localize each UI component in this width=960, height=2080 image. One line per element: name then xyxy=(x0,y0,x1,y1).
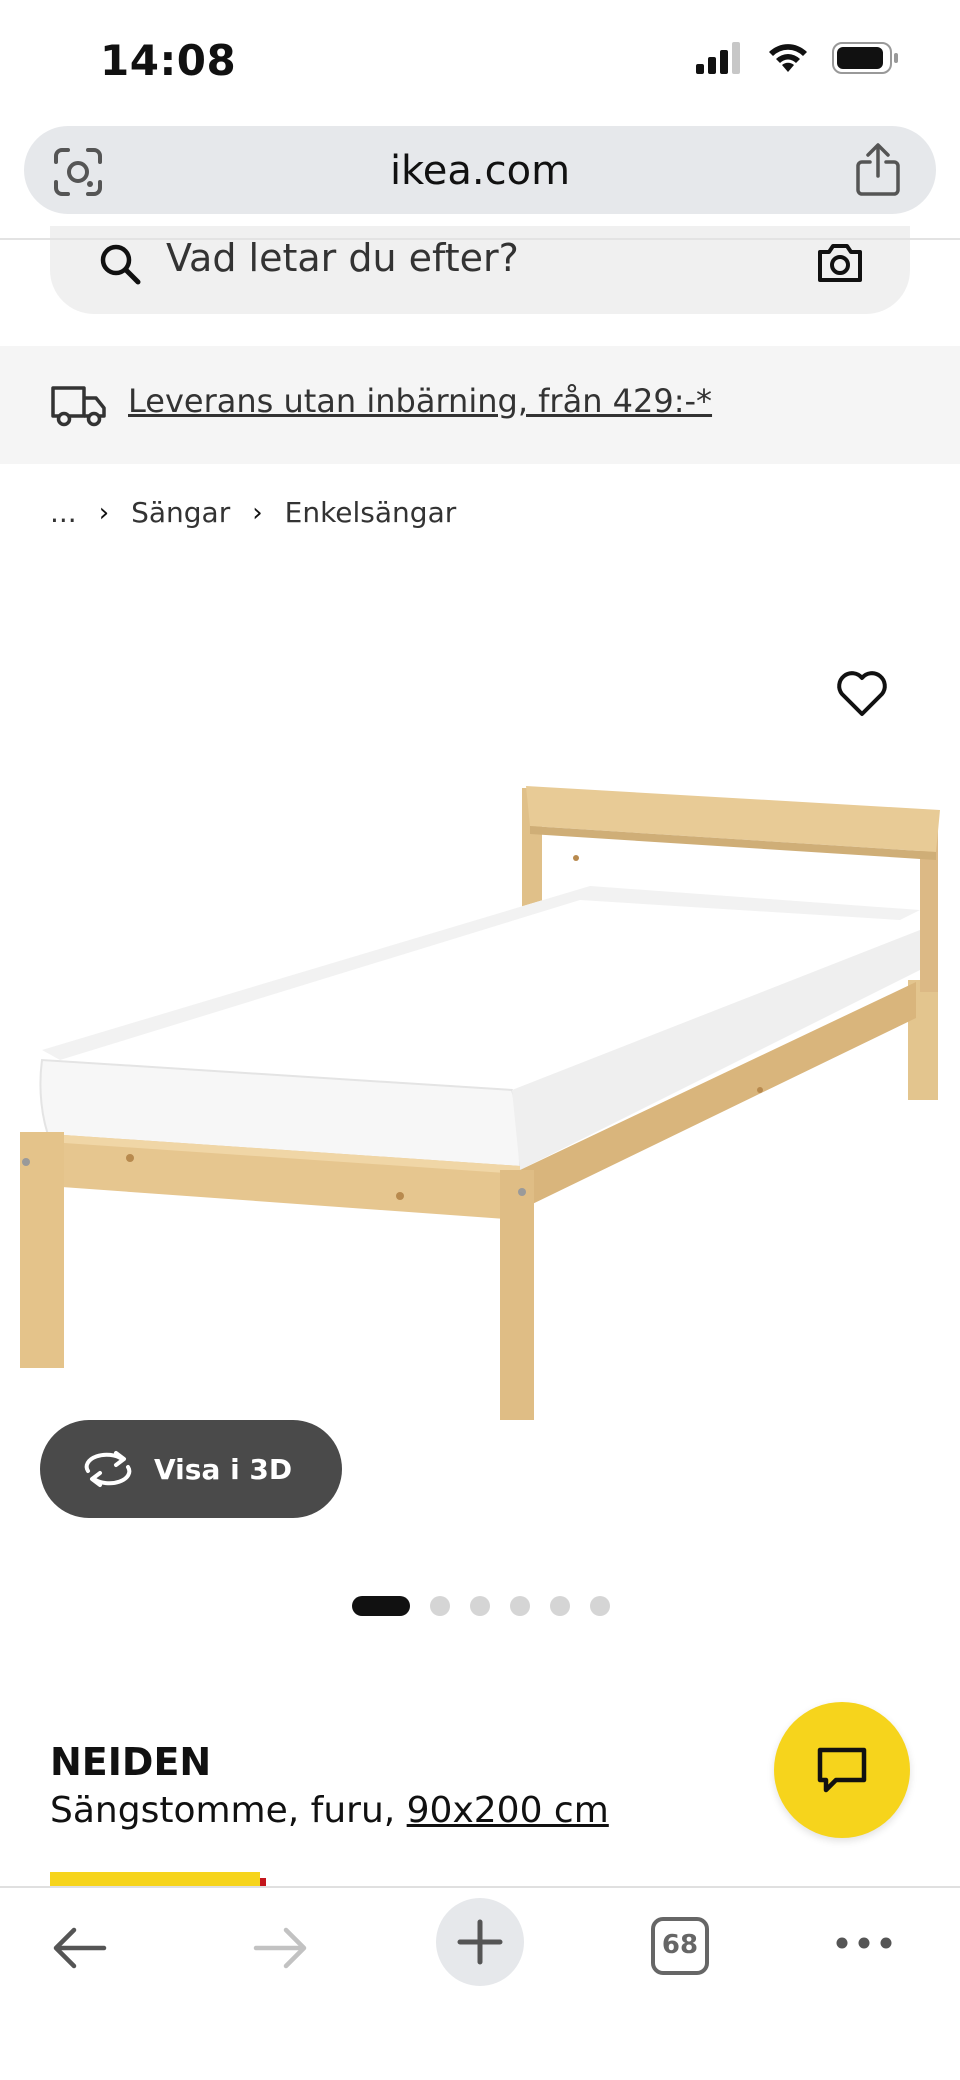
url-text[interactable]: ikea.com xyxy=(24,148,936,194)
browser-divider xyxy=(0,238,960,240)
breadcrumb: ... › Sängar › Enkelsängar xyxy=(50,496,456,529)
price-tag-strip xyxy=(50,1872,260,1886)
forward-arrow-icon[interactable] xyxy=(248,1916,312,1980)
chat-icon xyxy=(817,1747,867,1793)
status-icons xyxy=(696,42,900,74)
wifi-icon xyxy=(769,44,807,72)
product-description-text: Sängstomme, furu, xyxy=(50,1790,407,1831)
camera-icon[interactable] xyxy=(814,236,866,288)
delivery-link[interactable]: Leverans utan inbärning, från 429:-* xyxy=(128,382,712,420)
delivery-banner[interactable]: Leverans utan inbärning, från 429:-* xyxy=(0,346,960,464)
carousel-dot-2[interactable] xyxy=(430,1596,450,1616)
carousel-dot-1[interactable] xyxy=(352,1596,410,1616)
search-icon xyxy=(94,238,146,290)
rotate-3d-icon xyxy=(84,1451,132,1487)
breadcrumb-ellipsis[interactable]: ... xyxy=(50,496,77,529)
breadcrumb-item-beds[interactable]: Sängar xyxy=(131,496,230,529)
address-bar[interactable]: ikea.com xyxy=(24,126,936,214)
product-image[interactable] xyxy=(0,760,960,1446)
price-tag-accent xyxy=(260,1878,266,1886)
carousel-dot-5[interactable] xyxy=(550,1596,570,1616)
carousel-dot-3[interactable] xyxy=(470,1596,490,1616)
chevron-right-icon: › xyxy=(98,497,110,528)
search-input[interactable]: Vad letar du efter? xyxy=(166,236,519,280)
plus-icon xyxy=(457,1919,503,1965)
carousel-dot-6[interactable] xyxy=(590,1596,610,1616)
tab-count: 68 xyxy=(661,1930,699,1960)
more-icon[interactable] xyxy=(832,1928,896,1958)
view-in-3d-label: Visa i 3D xyxy=(154,1452,293,1486)
chevron-right-icon: › xyxy=(252,497,263,528)
wishlist-heart-icon[interactable] xyxy=(832,664,892,724)
view-in-3d-button[interactable]: Visa i 3D xyxy=(40,1420,342,1518)
chat-button[interactable] xyxy=(774,1702,910,1838)
status-time: 14:08 xyxy=(100,36,237,85)
status-bar: 14:08 xyxy=(0,0,960,120)
product-description: Sängstomme, furu, 90x200 cm xyxy=(50,1790,609,1831)
breadcrumb-item-single-beds[interactable]: Enkelsängar xyxy=(285,496,457,529)
battery-icon xyxy=(832,42,898,74)
browser-toolbar: 68 xyxy=(0,1886,960,2080)
cellular-signal-icon xyxy=(696,42,740,74)
truck-icon xyxy=(50,382,108,428)
tabs-button[interactable]: 68 xyxy=(650,1916,710,1976)
product-name: NEIDEN xyxy=(50,1740,212,1784)
carousel-dot-4[interactable] xyxy=(510,1596,530,1616)
product-size-link[interactable]: 90x200 cm xyxy=(407,1790,609,1831)
share-icon[interactable] xyxy=(854,142,902,198)
carousel-indicator[interactable] xyxy=(352,1596,610,1616)
new-tab-button[interactable] xyxy=(436,1898,524,1986)
back-arrow-icon[interactable] xyxy=(48,1916,112,1980)
